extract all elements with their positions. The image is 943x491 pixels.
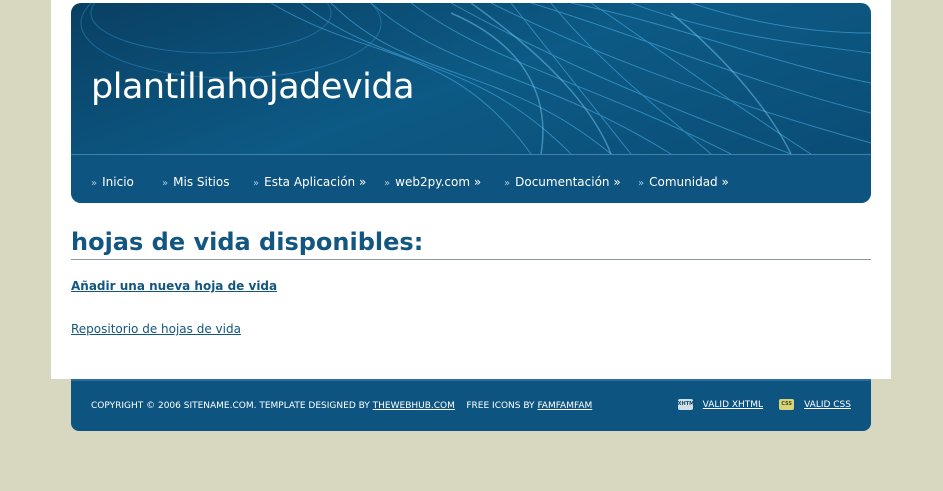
nav-bullet-icon: » <box>253 178 260 189</box>
cv-repository-link[interactable]: Repositorio de hojas de vida <box>71 322 241 336</box>
nav-bullet-icon: » <box>384 178 391 189</box>
add-cv-link[interactable]: Añadir una nueva hoja de vida <box>71 279 277 293</box>
valid-css-link[interactable]: VALID CSS <box>804 400 851 410</box>
xhtml-icon: XHTML <box>677 399 697 410</box>
nav-bullet-icon: » <box>504 178 511 189</box>
icons-credit-text: FREE ICONS BY <box>466 401 535 411</box>
site-footer: COPYRIGHT © 2006 SITENAME.COM. TEMPLATE … <box>71 379 871 431</box>
designer-link[interactable]: THEWEBHUB.COM <box>373 401 455 411</box>
nav-item-label: Documentación » <box>515 175 621 189</box>
site-title: plantillahojadevida <box>91 67 415 107</box>
famfamfam-link[interactable]: FAMFAMFAM <box>537 401 592 411</box>
copyright-text: COPYRIGHT © 2006 SITENAME.COM. TEMPLATE … <box>91 401 370 411</box>
nav-item-label: Comunidad » <box>649 175 729 189</box>
page-heading: hojas de vida disponibles: <box>71 228 424 256</box>
footer-validators: XHTML VALID XHTML CSS VALID CSS <box>677 399 851 410</box>
site-header: plantillahojadevida » Inicio » Mis Sitios … <box>71 3 871 203</box>
nav-item-documentacion[interactable]: » Documentación » <box>504 175 621 189</box>
main-navbar: » Inicio » Mis Sitios » Esta Aplicación » »… <box>71 155 871 203</box>
nav-item-comunidad[interactable]: » Comunidad » <box>638 175 729 189</box>
nav-bullet-icon: » <box>162 178 169 189</box>
nav-bullet-icon: » <box>638 178 645 189</box>
nav-item-mis-sitios[interactable]: » Mis Sitios <box>162 175 229 189</box>
nav-item-inicio[interactable]: » Inicio <box>91 175 134 189</box>
nav-item-web2py[interactable]: » web2py.com » <box>384 175 481 189</box>
nav-item-label: Mis Sitios <box>173 175 230 189</box>
nav-item-label: web2py.com » <box>395 175 482 189</box>
nav-item-label: Inicio <box>102 175 134 189</box>
css-icon: CSS <box>779 399 795 410</box>
valid-xhtml-link[interactable]: VALID XHTML <box>703 400 763 410</box>
footer-credits: COPYRIGHT © 2006 SITENAME.COM. TEMPLATE … <box>91 401 592 411</box>
nav-bullet-icon: » <box>91 178 98 189</box>
nav-item-esta-aplicacion[interactable]: » Esta Aplicación » <box>253 175 366 189</box>
heading-divider <box>71 259 871 260</box>
nav-item-label: Esta Aplicación » <box>264 175 367 189</box>
